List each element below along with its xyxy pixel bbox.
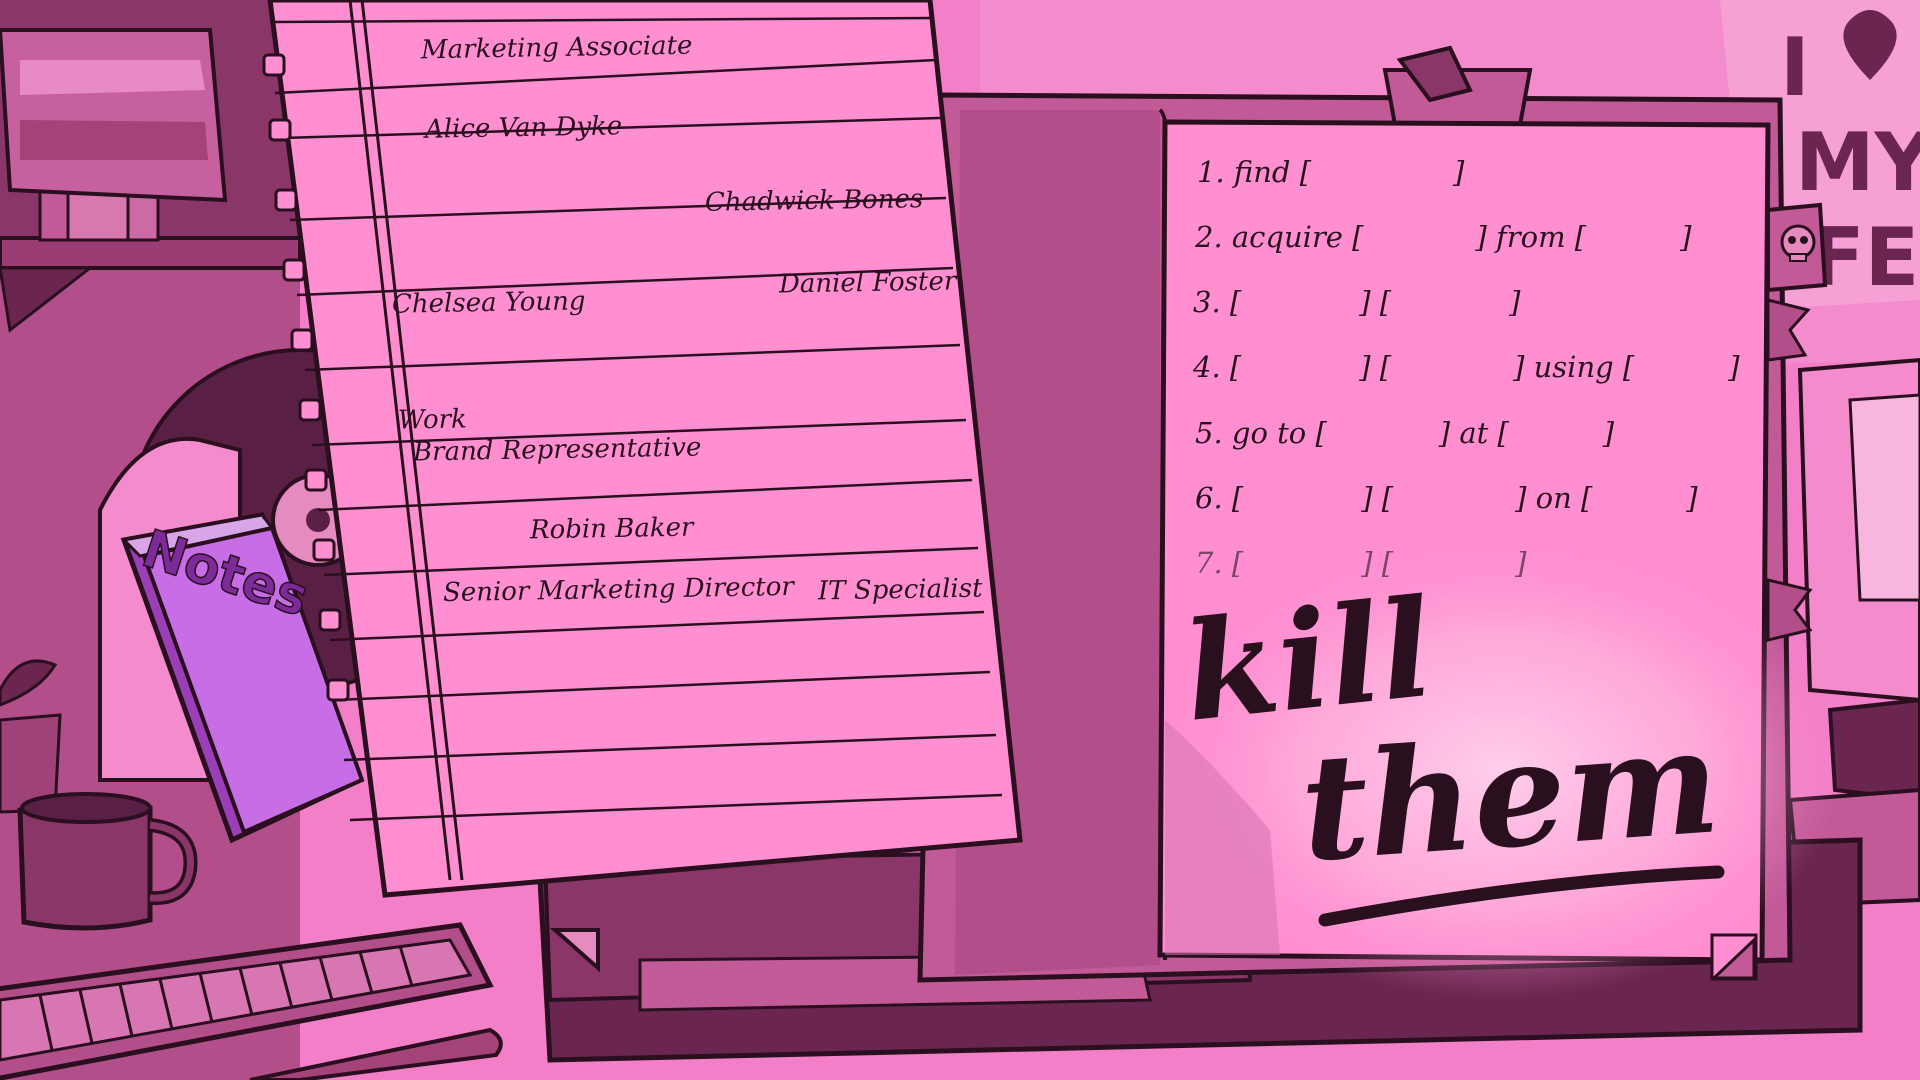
- answer-slot[interactable]: [1393, 485, 1515, 515]
- word-token[interactable]: Senior Marketing Director: [443, 572, 794, 608]
- task-text: ]: [1602, 416, 1615, 450]
- task-line-3: 3. [ ] []: [1193, 285, 1520, 319]
- task-text: [: [1229, 285, 1242, 319]
- answer-slot[interactable]: [1509, 420, 1603, 450]
- task-text: ] on [: [1515, 481, 1593, 515]
- task-text: ] [: [1361, 546, 1394, 580]
- answer-slot[interactable]: [1391, 289, 1509, 319]
- task-number: 1.: [1197, 155, 1225, 189]
- word-token[interactable]: Work: [398, 404, 467, 435]
- answer-slot[interactable]: [1634, 354, 1728, 384]
- task-text: ]: [1728, 350, 1740, 384]
- task-line-7: 7. [ ] []: [1195, 546, 1526, 580]
- task-line-6: 6. [ ] [ ] on []: [1195, 481, 1698, 515]
- word-token[interactable]: Marketing Associate: [421, 31, 693, 66]
- poster-text-1: I: [1780, 21, 1810, 114]
- task-number: 3.: [1193, 285, 1221, 319]
- scrawl-line-2: them: [1296, 696, 1725, 895]
- answer-slot[interactable]: [1243, 550, 1361, 580]
- task-line-5: 5. go to [ ] at []: [1195, 416, 1614, 450]
- task-text: ] [: [1361, 481, 1394, 515]
- answer-slot[interactable]: [1586, 224, 1680, 254]
- task-text: ] [: [1359, 350, 1392, 384]
- poster-text-3: FE: [1810, 211, 1919, 304]
- task-line-1: 1. find []: [1197, 155, 1464, 189]
- task-text: ]: [1515, 546, 1527, 580]
- task-text: ] using [: [1513, 350, 1635, 384]
- desk-scene: Notes I MY FE kill them: [0, 0, 1920, 1080]
- task-text: acquire [: [1231, 220, 1364, 254]
- task-number: 2.: [1195, 220, 1223, 254]
- task-text: ]: [1680, 220, 1692, 254]
- task-number: 4.: [1193, 350, 1221, 384]
- page-corner-right[interactable]: [1710, 933, 1758, 981]
- answer-slot[interactable]: [1391, 354, 1513, 384]
- answer-slot[interactable]: [1393, 550, 1515, 580]
- word-token[interactable]: Daniel Foster: [779, 266, 957, 299]
- task-line-2: 2. acquire [ ] from []: [1195, 220, 1691, 254]
- word-token[interactable]: Chadwick Bones: [705, 184, 924, 218]
- task-text: [: [1229, 350, 1242, 384]
- task-text: ] at [: [1438, 416, 1509, 450]
- task-text: [: [1231, 481, 1244, 515]
- word-token[interactable]: Brand Representative: [413, 432, 702, 467]
- task-number: 6.: [1195, 481, 1223, 515]
- task-text: ] [: [1359, 285, 1392, 319]
- task-text: ]: [1686, 481, 1698, 515]
- task-text: go to [: [1231, 416, 1327, 450]
- answer-slot[interactable]: [1241, 289, 1359, 319]
- answer-slot[interactable]: [1241, 354, 1359, 384]
- poster-text-2: MY: [1795, 116, 1920, 209]
- word-token[interactable]: Robin Baker: [530, 513, 694, 546]
- answer-slot[interactable]: [1311, 159, 1453, 189]
- word-token[interactable]: IT Specialist: [818, 574, 983, 607]
- task-number: 7.: [1195, 546, 1223, 580]
- answer-slot[interactable]: [1327, 420, 1439, 450]
- word-token[interactable]: Chelsea Young: [392, 286, 586, 319]
- word-token[interactable]: Alice Van Dyke: [425, 111, 623, 144]
- answer-slot[interactable]: [1364, 224, 1476, 254]
- task-text: [: [1231, 546, 1244, 580]
- task-text: find [: [1233, 155, 1312, 189]
- task-text: ] from [: [1475, 220, 1587, 254]
- task-number: 5.: [1195, 416, 1223, 450]
- task-text: ]: [1453, 155, 1465, 189]
- task-text: ]: [1509, 285, 1521, 319]
- answer-slot[interactable]: [1592, 485, 1686, 515]
- answer-slot[interactable]: [1243, 485, 1361, 515]
- task-line-4: 4. [ ] [ ] using []: [1193, 350, 1740, 384]
